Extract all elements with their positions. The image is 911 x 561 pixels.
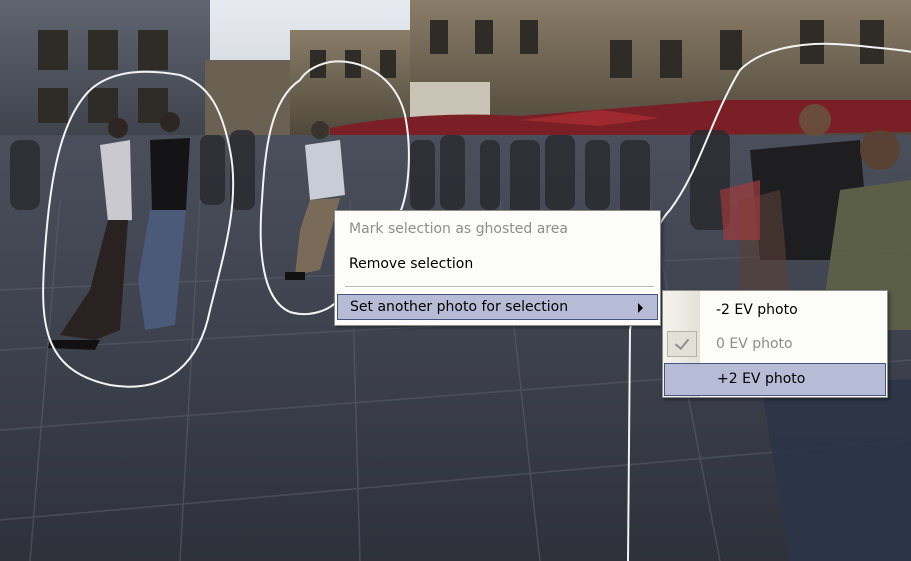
submenu-item-plus2ev[interactable]: +2 EV photo xyxy=(664,363,886,396)
checkmark-icon xyxy=(674,334,690,351)
menu-item-mark-ghosted[interactable]: Mark selection as ghosted area xyxy=(337,216,658,242)
hdr-ghost-removal-view: Mark selection as ghosted area Remove se… xyxy=(0,0,911,561)
submenu-item-0ev[interactable]: 0 EV photo xyxy=(664,328,886,361)
submenu-item-0ev-label: 0 EV photo xyxy=(716,336,793,352)
submenu-item-minus2ev[interactable]: -2 EV photo xyxy=(664,294,886,327)
photo-submenu: -2 EV photo 0 EV photo +2 EV photo xyxy=(662,290,888,398)
menu-item-set-another-photo-label: Set another photo for selection xyxy=(350,299,569,315)
context-menu: Mark selection as ghosted area Remove se… xyxy=(334,210,661,326)
menu-separator xyxy=(345,286,654,288)
checkmark-box xyxy=(667,331,697,357)
menu-item-remove-selection[interactable]: Remove selection xyxy=(337,251,658,277)
submenu-arrow-icon xyxy=(638,303,643,313)
menu-item-set-another-photo[interactable]: Set another photo for selection xyxy=(337,294,658,320)
buildings xyxy=(0,0,911,140)
